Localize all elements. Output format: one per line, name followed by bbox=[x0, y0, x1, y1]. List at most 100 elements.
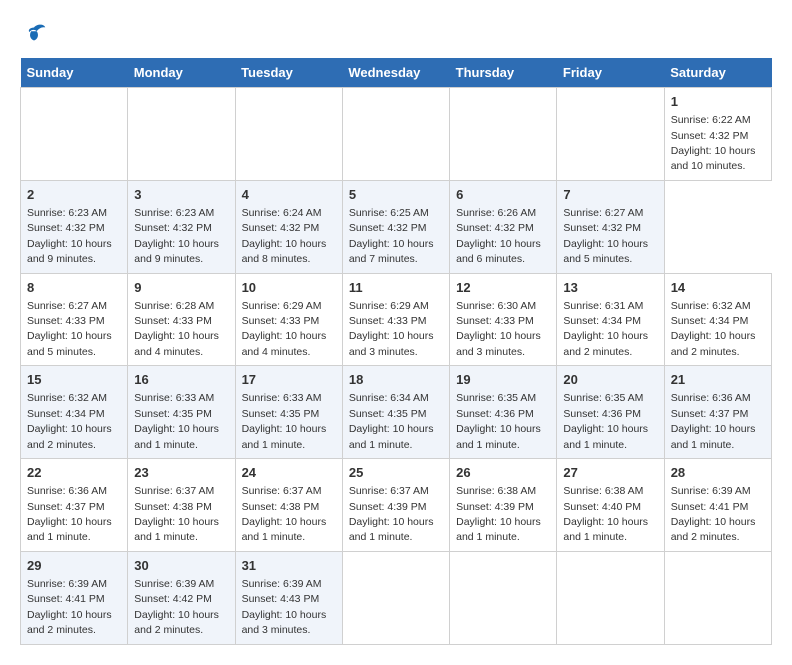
calendar-day-25: 25 Sunrise: 6:37 AMSunset: 4:39 PMDaylig… bbox=[342, 459, 449, 552]
calendar-day-3: 3 Sunrise: 6:23 AMSunset: 4:32 PMDayligh… bbox=[128, 180, 235, 273]
day-number: 13 bbox=[563, 279, 657, 297]
day-number: 7 bbox=[563, 186, 657, 204]
day-info: Sunrise: 6:38 AMSunset: 4:40 PMDaylight:… bbox=[563, 485, 648, 543]
calendar-day-21: 21 Sunrise: 6:36 AMSunset: 4:37 PMDaylig… bbox=[664, 366, 771, 459]
calendar-day-2: 2 Sunrise: 6:23 AMSunset: 4:32 PMDayligh… bbox=[21, 180, 128, 273]
day-number: 4 bbox=[242, 186, 336, 204]
col-header-thursday: Thursday bbox=[450, 58, 557, 88]
day-number: 29 bbox=[27, 557, 121, 575]
calendar-day-4: 4 Sunrise: 6:24 AMSunset: 4:32 PMDayligh… bbox=[235, 180, 342, 273]
day-number: 9 bbox=[134, 279, 228, 297]
day-info: Sunrise: 6:37 AMSunset: 4:38 PMDaylight:… bbox=[134, 485, 219, 543]
day-info: Sunrise: 6:37 AMSunset: 4:38 PMDaylight:… bbox=[242, 485, 327, 543]
day-info: Sunrise: 6:39 AMSunset: 4:41 PMDaylight:… bbox=[671, 485, 756, 543]
day-info: Sunrise: 6:24 AMSunset: 4:32 PMDaylight:… bbox=[242, 207, 327, 265]
empty-cell bbox=[664, 551, 771, 644]
day-info: Sunrise: 6:23 AMSunset: 4:32 PMDaylight:… bbox=[27, 207, 112, 265]
calendar-day-14: 14 Sunrise: 6:32 AMSunset: 4:34 PMDaylig… bbox=[664, 273, 771, 366]
day-number: 2 bbox=[27, 186, 121, 204]
calendar-day-13: 13 Sunrise: 6:31 AMSunset: 4:34 PMDaylig… bbox=[557, 273, 664, 366]
day-number: 10 bbox=[242, 279, 336, 297]
empty-cell bbox=[128, 88, 235, 181]
day-info: Sunrise: 6:37 AMSunset: 4:39 PMDaylight:… bbox=[349, 485, 434, 543]
day-info: Sunrise: 6:38 AMSunset: 4:39 PMDaylight:… bbox=[456, 485, 541, 543]
day-number: 27 bbox=[563, 464, 657, 482]
calendar-week-6: 29 Sunrise: 6:39 AMSunset: 4:41 PMDaylig… bbox=[21, 551, 772, 644]
calendar-day-27: 27 Sunrise: 6:38 AMSunset: 4:40 PMDaylig… bbox=[557, 459, 664, 552]
day-number: 25 bbox=[349, 464, 443, 482]
calendar-day-6: 6 Sunrise: 6:26 AMSunset: 4:32 PMDayligh… bbox=[450, 180, 557, 273]
calendar-week-3: 8 Sunrise: 6:27 AMSunset: 4:33 PMDayligh… bbox=[21, 273, 772, 366]
col-header-tuesday: Tuesday bbox=[235, 58, 342, 88]
logo-icon bbox=[20, 20, 48, 48]
day-number: 21 bbox=[671, 371, 765, 389]
day-info: Sunrise: 6:23 AMSunset: 4:32 PMDaylight:… bbox=[134, 207, 219, 265]
day-info: Sunrise: 6:39 AMSunset: 4:43 PMDaylight:… bbox=[242, 578, 327, 636]
empty-cell bbox=[235, 88, 342, 181]
calendar-day-15: 15 Sunrise: 6:32 AMSunset: 4:34 PMDaylig… bbox=[21, 366, 128, 459]
day-info: Sunrise: 6:29 AMSunset: 4:33 PMDaylight:… bbox=[242, 300, 327, 358]
calendar-day-1: 1 Sunrise: 6:22 AMSunset: 4:32 PMDayligh… bbox=[664, 88, 771, 181]
calendar-day-23: 23 Sunrise: 6:37 AMSunset: 4:38 PMDaylig… bbox=[128, 459, 235, 552]
day-info: Sunrise: 6:36 AMSunset: 4:37 PMDaylight:… bbox=[671, 392, 756, 450]
day-info: Sunrise: 6:27 AMSunset: 4:32 PMDaylight:… bbox=[563, 207, 648, 265]
calendar-day-30: 30 Sunrise: 6:39 AMSunset: 4:42 PMDaylig… bbox=[128, 551, 235, 644]
day-number: 17 bbox=[242, 371, 336, 389]
day-info: Sunrise: 6:33 AMSunset: 4:35 PMDaylight:… bbox=[242, 392, 327, 450]
day-info: Sunrise: 6:31 AMSunset: 4:34 PMDaylight:… bbox=[563, 300, 648, 358]
day-number: 28 bbox=[671, 464, 765, 482]
day-info: Sunrise: 6:35 AMSunset: 4:36 PMDaylight:… bbox=[563, 392, 648, 450]
day-info: Sunrise: 6:30 AMSunset: 4:33 PMDaylight:… bbox=[456, 300, 541, 358]
empty-cell bbox=[450, 88, 557, 181]
calendar-week-1: 1 Sunrise: 6:22 AMSunset: 4:32 PMDayligh… bbox=[21, 88, 772, 181]
calendar-day-5: 5 Sunrise: 6:25 AMSunset: 4:32 PMDayligh… bbox=[342, 180, 449, 273]
day-info: Sunrise: 6:35 AMSunset: 4:36 PMDaylight:… bbox=[456, 392, 541, 450]
day-info: Sunrise: 6:39 AMSunset: 4:42 PMDaylight:… bbox=[134, 578, 219, 636]
day-info: Sunrise: 6:29 AMSunset: 4:33 PMDaylight:… bbox=[349, 300, 434, 358]
calendar-day-18: 18 Sunrise: 6:34 AMSunset: 4:35 PMDaylig… bbox=[342, 366, 449, 459]
calendar-day-9: 9 Sunrise: 6:28 AMSunset: 4:33 PMDayligh… bbox=[128, 273, 235, 366]
day-info: Sunrise: 6:32 AMSunset: 4:34 PMDaylight:… bbox=[27, 392, 112, 450]
day-info: Sunrise: 6:32 AMSunset: 4:34 PMDaylight:… bbox=[671, 300, 756, 358]
calendar-day-20: 20 Sunrise: 6:35 AMSunset: 4:36 PMDaylig… bbox=[557, 366, 664, 459]
day-number: 24 bbox=[242, 464, 336, 482]
empty-cell bbox=[342, 88, 449, 181]
calendar-day-16: 16 Sunrise: 6:33 AMSunset: 4:35 PMDaylig… bbox=[128, 366, 235, 459]
calendar-day-28: 28 Sunrise: 6:39 AMSunset: 4:41 PMDaylig… bbox=[664, 459, 771, 552]
calendar-week-2: 2 Sunrise: 6:23 AMSunset: 4:32 PMDayligh… bbox=[21, 180, 772, 273]
day-number: 19 bbox=[456, 371, 550, 389]
empty-cell bbox=[557, 551, 664, 644]
day-info: Sunrise: 6:34 AMSunset: 4:35 PMDaylight:… bbox=[349, 392, 434, 450]
day-number: 6 bbox=[456, 186, 550, 204]
calendar-day-31: 31 Sunrise: 6:39 AMSunset: 4:43 PMDaylig… bbox=[235, 551, 342, 644]
day-number: 5 bbox=[349, 186, 443, 204]
day-number: 16 bbox=[134, 371, 228, 389]
day-number: 23 bbox=[134, 464, 228, 482]
day-number: 15 bbox=[27, 371, 121, 389]
calendar-week-4: 15 Sunrise: 6:32 AMSunset: 4:34 PMDaylig… bbox=[21, 366, 772, 459]
day-number: 31 bbox=[242, 557, 336, 575]
col-header-friday: Friday bbox=[557, 58, 664, 88]
calendar-header-row: SundayMondayTuesdayWednesdayThursdayFrid… bbox=[21, 58, 772, 88]
day-info: Sunrise: 6:36 AMSunset: 4:37 PMDaylight:… bbox=[27, 485, 112, 543]
day-info: Sunrise: 6:27 AMSunset: 4:33 PMDaylight:… bbox=[27, 300, 112, 358]
calendar-day-17: 17 Sunrise: 6:33 AMSunset: 4:35 PMDaylig… bbox=[235, 366, 342, 459]
day-number: 11 bbox=[349, 279, 443, 297]
day-number: 1 bbox=[671, 93, 765, 111]
day-info: Sunrise: 6:22 AMSunset: 4:32 PMDaylight:… bbox=[671, 114, 756, 172]
empty-cell bbox=[342, 551, 449, 644]
day-info: Sunrise: 6:28 AMSunset: 4:33 PMDaylight:… bbox=[134, 300, 219, 358]
calendar-table: SundayMondayTuesdayWednesdayThursdayFrid… bbox=[20, 58, 772, 645]
empty-cell bbox=[557, 88, 664, 181]
col-header-sunday: Sunday bbox=[21, 58, 128, 88]
calendar-week-5: 22 Sunrise: 6:36 AMSunset: 4:37 PMDaylig… bbox=[21, 459, 772, 552]
day-number: 22 bbox=[27, 464, 121, 482]
day-number: 26 bbox=[456, 464, 550, 482]
calendar-day-24: 24 Sunrise: 6:37 AMSunset: 4:38 PMDaylig… bbox=[235, 459, 342, 552]
calendar-day-22: 22 Sunrise: 6:36 AMSunset: 4:37 PMDaylig… bbox=[21, 459, 128, 552]
empty-cell bbox=[450, 551, 557, 644]
day-number: 3 bbox=[134, 186, 228, 204]
calendar-day-26: 26 Sunrise: 6:38 AMSunset: 4:39 PMDaylig… bbox=[450, 459, 557, 552]
day-number: 14 bbox=[671, 279, 765, 297]
calendar-day-19: 19 Sunrise: 6:35 AMSunset: 4:36 PMDaylig… bbox=[450, 366, 557, 459]
